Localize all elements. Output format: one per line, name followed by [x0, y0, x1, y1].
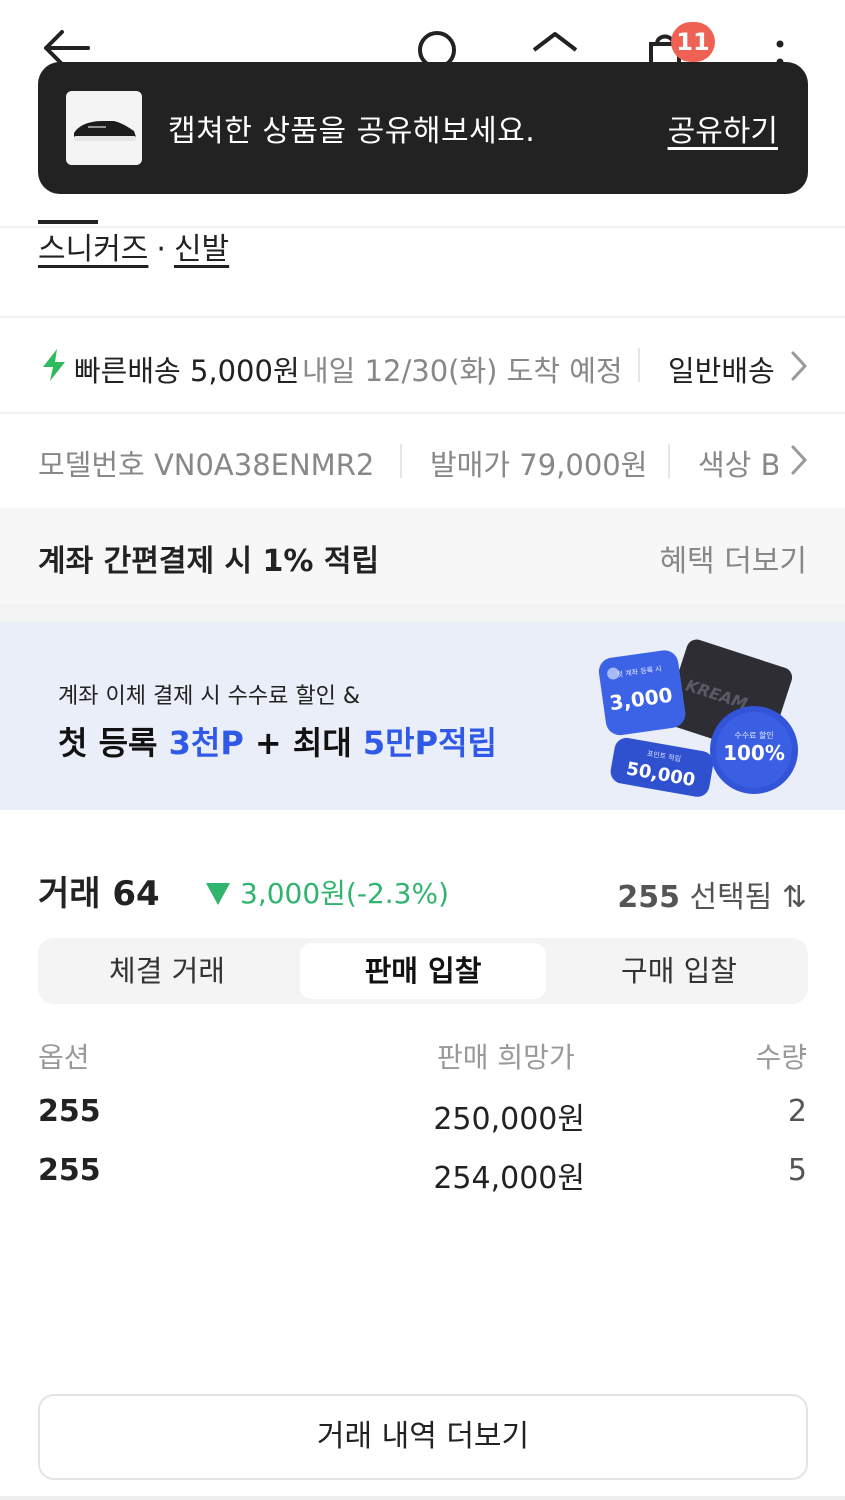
benefit-row[interactable]: 계좌 간편결제 시 1% 적립 혜택 더보기: [0, 508, 845, 604]
down-triangle-icon: [206, 883, 230, 905]
trade-header: 거래 64 3,000원(-2.3%): [38, 866, 449, 915]
tab-buy-bids[interactable]: 구매 입찰: [556, 943, 802, 999]
card3-small-text: 수수료 할인: [734, 730, 773, 740]
category-link-shoes[interactable]: 신발: [174, 232, 229, 267]
row-price: 250,000원: [433, 1102, 585, 1137]
row-option: 255: [38, 1153, 101, 1188]
sort-arrows-icon: ⇅: [781, 880, 807, 915]
delivery-row[interactable]: 빠른배송 5,000원 내일 12/30(화) 도착 예정 일반배송: [0, 318, 845, 412]
row-quantity: 5: [787, 1153, 807, 1188]
share-button[interactable]: 공유하기: [668, 106, 778, 150]
release-price: 발매가 79,000원: [430, 448, 648, 482]
model-number: 모델번호 VN0A38ENMR2: [38, 448, 375, 482]
trade-tabs: 체결 거래 판매 입찰 구매 입찰: [38, 938, 808, 1004]
banner-title: 첫 등록 3천P + 최대 5만P적립: [58, 718, 497, 764]
size-selector[interactable]: 255 선택됨 ⇅: [617, 872, 807, 916]
breadcrumb-separator: ·: [156, 232, 166, 267]
chevron-right-icon: [791, 351, 808, 381]
trade-count-title: 거래 64: [38, 874, 160, 914]
benefit-text: 계좌 간편결제 시 1% 적립: [38, 544, 380, 579]
row-quantity: 2: [787, 1094, 807, 1129]
column-header-price: 판매 희망가: [437, 1041, 575, 1074]
price-change-value: 3,000원(-2.3%): [240, 877, 450, 910]
banner-highlight-3000p: 3천P: [168, 724, 244, 762]
sneaker-image-icon: [66, 91, 142, 165]
fast-delivery-label: 빠른배송 5,000원: [74, 354, 300, 388]
product-info-row[interactable]: 모델번호 VN0A38ENMR2 발매가 79,000원 색상 B: [0, 414, 845, 508]
banner-subtitle: 계좌 이체 결제 시 수수료 할인 &: [58, 684, 360, 709]
product-thumbnail: [66, 91, 142, 165]
banner-title-mid: + 최대: [243, 724, 363, 762]
section-separator: [0, 604, 845, 622]
price-change: 3,000원(-2.3%): [206, 872, 449, 912]
promo-illustration: KREAM 첫 계좌 등록 시 3,000 포인트 적립 50,000 수수료 …: [598, 639, 798, 797]
lightning-icon: [43, 349, 65, 381]
toast-message: 캡쳐한 상품을 공유해보세요.: [168, 114, 536, 149]
fast-delivery-date: 내일 12/30(화) 도착 예정: [302, 354, 623, 388]
divider: [638, 348, 640, 382]
card3-value-text: 100%: [723, 741, 785, 765]
tab-sell-bids[interactable]: 판매 입찰: [300, 943, 546, 999]
top-nav: 11: [0, 0, 845, 70]
cart-count-badge: 11: [671, 22, 715, 62]
tab-completed-trades[interactable]: 체결 거래: [44, 943, 290, 999]
share-toast: 캡쳐한 상품을 공유해보세요. 공유하기: [38, 62, 808, 194]
divider: [668, 444, 670, 478]
breadcrumb: 스니커즈 · 신발: [38, 224, 229, 268]
chevron-right-icon: [791, 445, 808, 475]
bottom-divider: [0, 1496, 845, 1500]
divider: [400, 444, 402, 478]
row-price: 254,000원: [433, 1161, 585, 1196]
selected-size-value: 255: [617, 880, 680, 915]
trade-history-more-button[interactable]: 거래 내역 더보기: [38, 1394, 808, 1480]
column-header-quantity: 수량: [755, 1041, 807, 1074]
column-header-option: 옵션: [38, 1041, 90, 1074]
color-info: 색상 B: [698, 448, 778, 482]
banner-title-prefix: 첫 등록: [58, 724, 169, 762]
row-option: 255: [38, 1094, 101, 1129]
promo-banner[interactable]: 계좌 이체 결제 시 수수료 할인 & 첫 등록 3천P + 최대 5만P적립 …: [0, 622, 845, 810]
category-link-sneakers[interactable]: 스니커즈: [38, 232, 148, 267]
benefit-more-link[interactable]: 혜택 더보기: [659, 536, 807, 580]
selected-size-label: 선택됨: [679, 880, 773, 915]
banner-highlight-50000p: 5만P적립: [362, 724, 497, 762]
normal-delivery-label: 일반배송: [668, 354, 775, 388]
